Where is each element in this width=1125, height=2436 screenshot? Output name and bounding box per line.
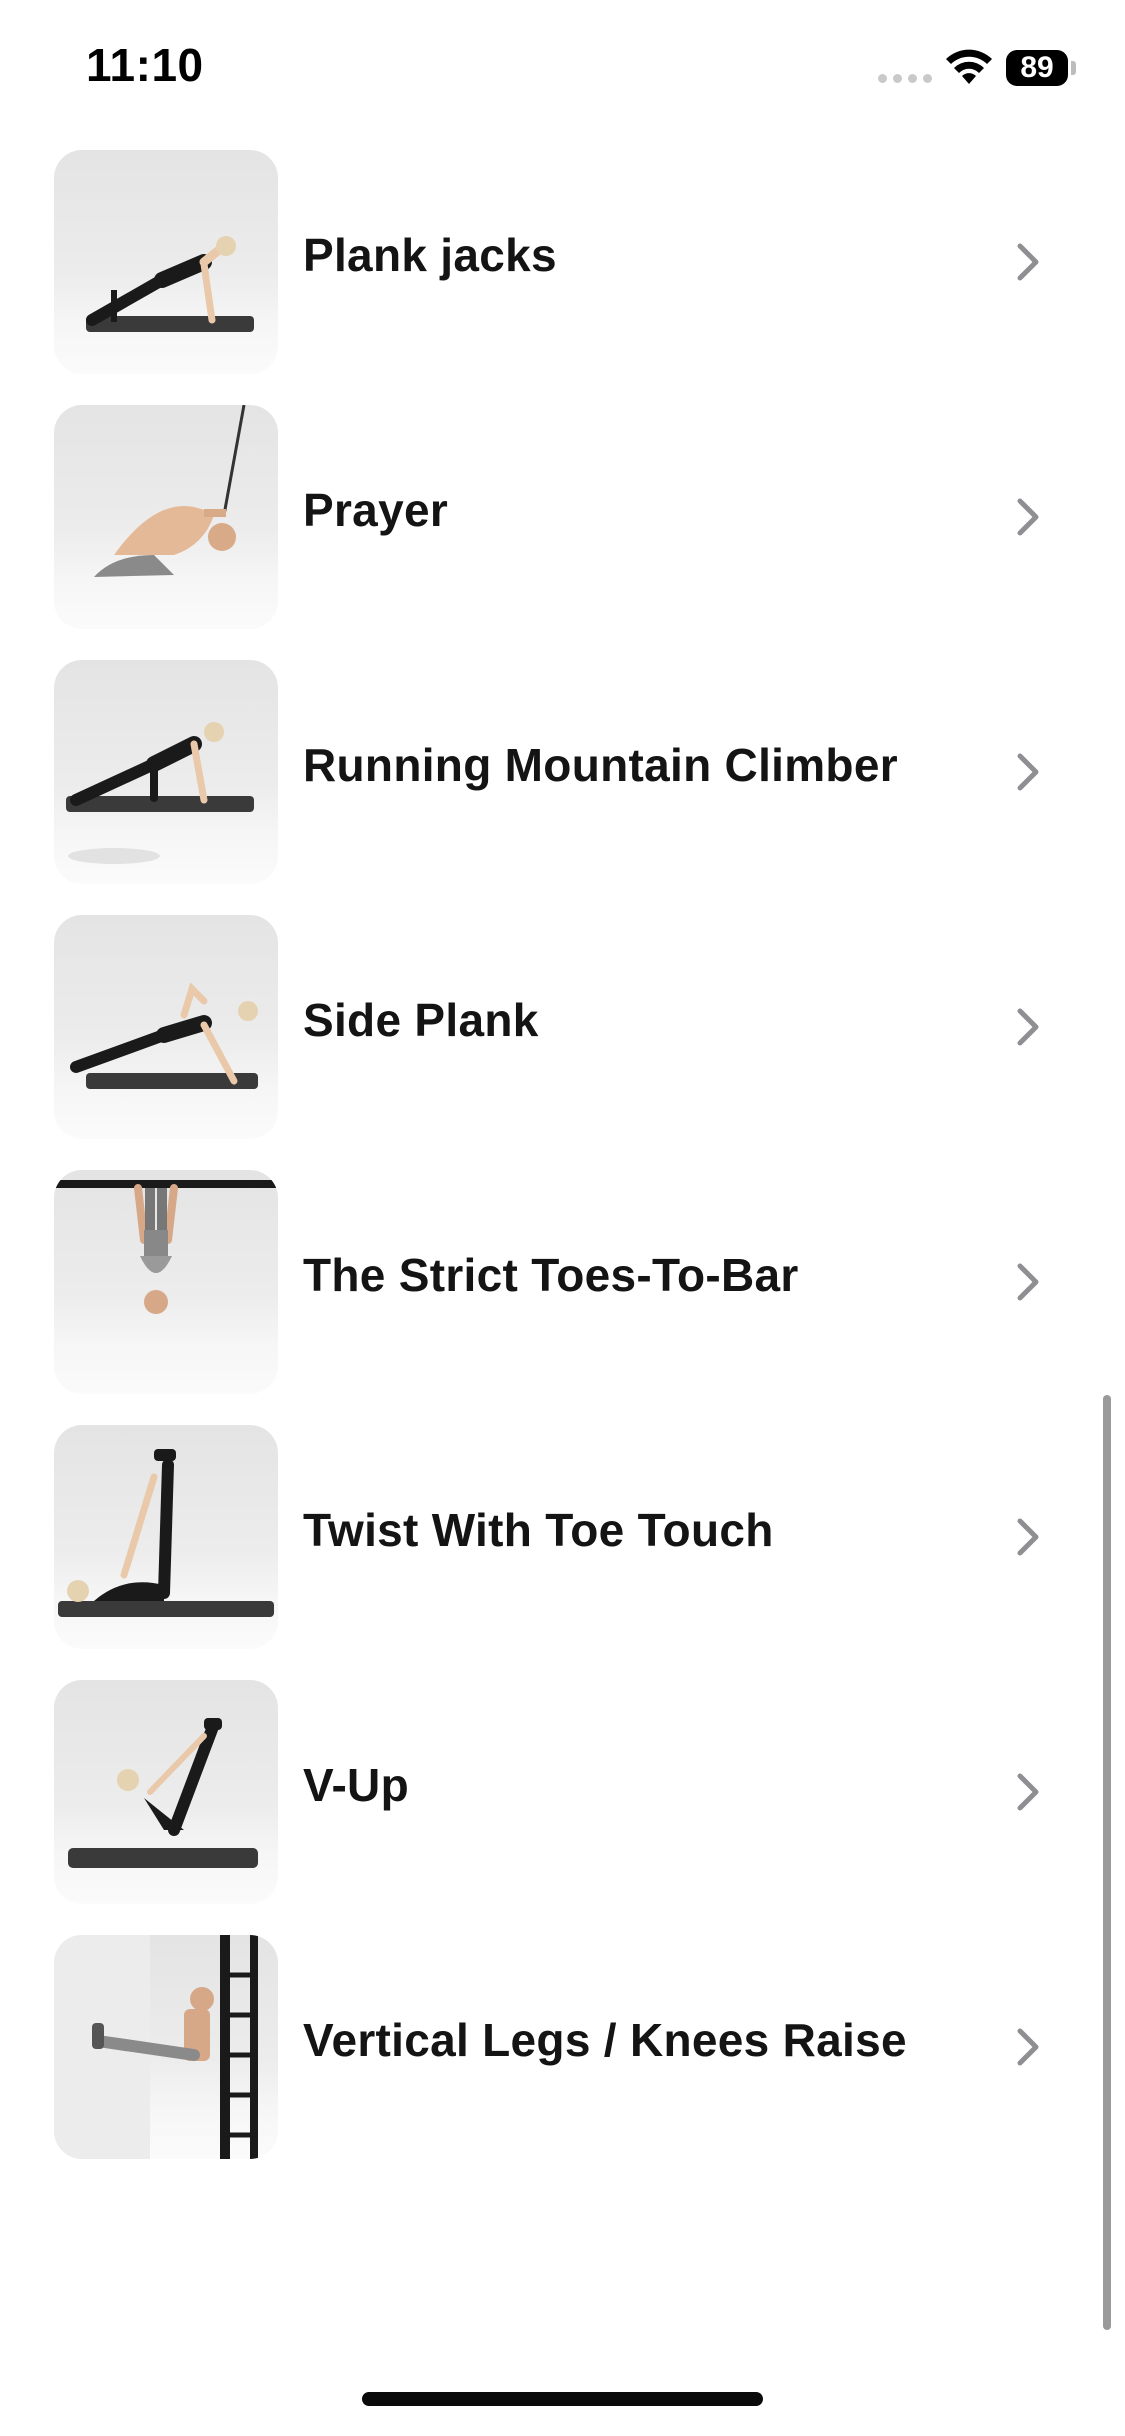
home-indicator[interactable] [362,2392,763,2406]
list-item[interactable]: Vertical Legs / Knees Raise [0,1933,1125,2188]
list-item[interactable]: Twist With Toe Touch [0,1423,1125,1678]
side-plank-thumbnail [54,915,278,1139]
exercise-name: Prayer [303,484,449,536]
twist-with-toe-touch-thumbnail [54,1425,278,1649]
plank-jacks-thumbnail [54,150,278,374]
list-item[interactable]: Running Mountain Climber [0,658,1125,913]
list-item[interactable]: Prayer [0,403,1125,658]
vertical-legs-knees-raise-thumbnail [54,1935,278,2159]
exercise-name: Plank jacks [303,229,557,281]
list-item[interactable]: The Strict Toes-To-Bar [0,1168,1125,1423]
battery-icon: 89 [1006,50,1068,86]
running-mountain-climber-thumbnail [54,660,278,884]
chevron-right-icon [1017,1773,1039,1811]
exercise-name: Side Plank [303,994,539,1046]
chevron-right-icon [1017,2028,1039,2066]
list-item[interactable]: V-Up [0,1678,1125,1933]
chevron-right-icon [1017,498,1039,536]
cellular-signal-icon [878,74,932,83]
wifi-icon [946,49,992,84]
status-time: 11:10 [86,39,204,91]
exercise-name: V-Up [303,1759,409,1811]
v-up-thumbnail [54,1680,278,1904]
exercise-name: Twist With Toe Touch [303,1504,774,1556]
status-bar: 11:10 89 [0,0,1125,140]
exercise-name: Running Mountain Climber [303,739,898,791]
chevron-right-icon [1017,243,1039,281]
chevron-right-icon [1017,1518,1039,1556]
exercise-name: The Strict Toes-To-Bar [303,1249,799,1301]
vertical-scrollbar[interactable] [1103,1395,1111,2330]
exercise-name: Vertical Legs / Knees Raise [303,2014,907,2066]
list-item[interactable]: Side Plank [0,913,1125,1168]
exercise-list: Plank jacks Prayer Running Mountain Clim… [0,148,1125,2188]
chevron-right-icon [1017,1263,1039,1301]
strict-toes-to-bar-thumbnail [54,1170,278,1394]
battery-cap [1071,61,1076,75]
chevron-right-icon [1017,1008,1039,1046]
list-item[interactable]: Plank jacks [0,148,1125,403]
battery-level: 89 [1020,51,1054,84]
chevron-right-icon [1017,753,1039,791]
prayer-thumbnail [54,405,278,629]
